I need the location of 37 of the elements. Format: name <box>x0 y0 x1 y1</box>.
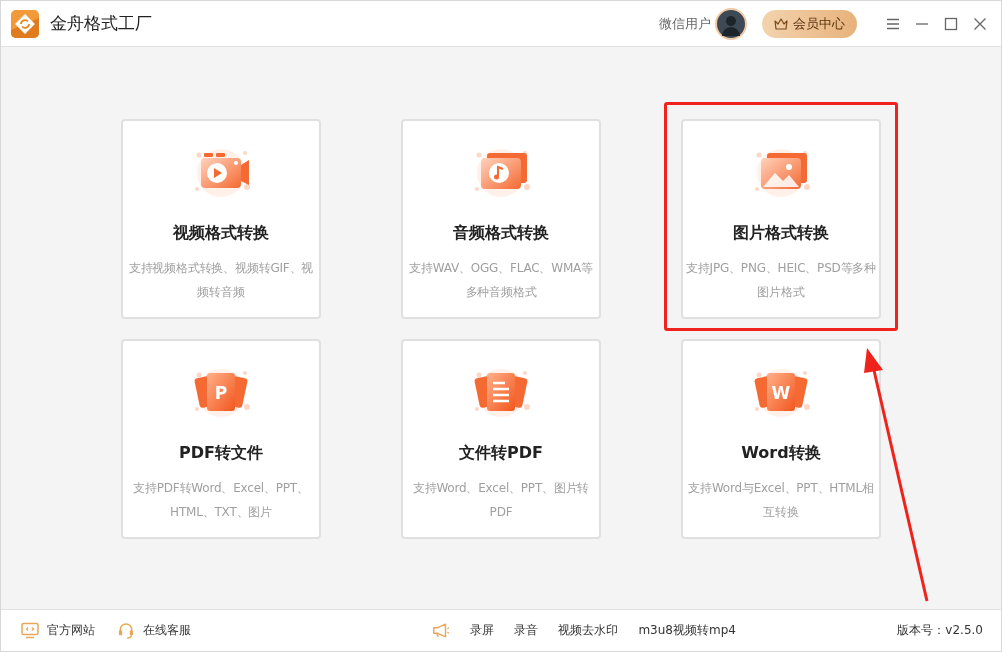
tool-card[interactable]: 视频格式转换 支持视频格式转换、视频转GIF、视频转音频 <box>121 119 321 319</box>
window-title: 金舟格式工厂 <box>50 12 152 35</box>
footer-link[interactable]: 视频去水印 <box>558 622 619 639</box>
footer-link[interactable]: 录音 <box>514 622 539 639</box>
footer-link[interactable]: 官方网站 <box>47 622 95 639</box>
card-title: 文件转PDF <box>459 443 543 464</box>
close-icon[interactable] <box>973 16 987 31</box>
card-description: 支持Word、Excel、PPT、图片转PDF <box>411 480 591 521</box>
card-title: Word转换 <box>741 443 821 464</box>
footer-link[interactable]: 录屏 <box>470 622 495 639</box>
user-name: 微信用户 <box>659 14 711 33</box>
megaphone-icon <box>432 622 451 639</box>
card-description: 支持WAV、OGG、FLAC、WMA等多种音频格式 <box>408 260 594 301</box>
app-logo-icon <box>11 9 39 38</box>
crown-icon <box>774 17 788 30</box>
monitor-icon <box>21 622 39 639</box>
card-title: 音频格式转换 <box>453 223 549 244</box>
card-description: 支持Word与Excel、PPT、HTML相互转换 <box>687 480 875 521</box>
version-label: 版本号：v2.5.0 <box>897 622 983 639</box>
tool-card[interactable]: W Word转换 支持Word与Excel、PPT、HTML相互转换 <box>681 339 881 539</box>
footer-link[interactable]: m3u8视频转mp4 <box>638 622 736 639</box>
tool-card[interactable]: 音频格式转换 支持WAV、OGG、FLAC、WMA等多种音频格式 <box>401 119 601 319</box>
maximize-icon[interactable] <box>944 16 958 31</box>
card-title: 图片格式转换 <box>733 223 829 244</box>
card-description: 支持PDF转Word、Excel、PPT、HTML、TXT、图片 <box>132 480 310 521</box>
menu-icon[interactable] <box>886 16 900 31</box>
card-description: 支持视频格式转换、视频转GIF、视频转音频 <box>127 260 315 301</box>
tool-card[interactable]: P PDF转文件 支持PDF转Word、Excel、PPT、HTML、TXT、图片 <box>121 339 321 539</box>
avatar-icon[interactable] <box>715 7 747 40</box>
vip-center-button[interactable]: 会员中心 <box>762 9 857 38</box>
card-title: PDF转文件 <box>179 443 263 464</box>
footer-link[interactable]: 在线客服 <box>143 622 191 639</box>
tool-card[interactable]: 文件转PDF 支持Word、Excel、PPT、图片转PDF <box>401 339 601 539</box>
headset-icon <box>117 622 135 639</box>
tool-card[interactable]: 图片格式转换 支持JPG、PNG、HEIC、PSD等多种图片格式 <box>681 119 881 319</box>
card-description: 支持JPG、PNG、HEIC、PSD等多种图片格式 <box>685 260 877 301</box>
card-title: 视频格式转换 <box>173 223 269 244</box>
